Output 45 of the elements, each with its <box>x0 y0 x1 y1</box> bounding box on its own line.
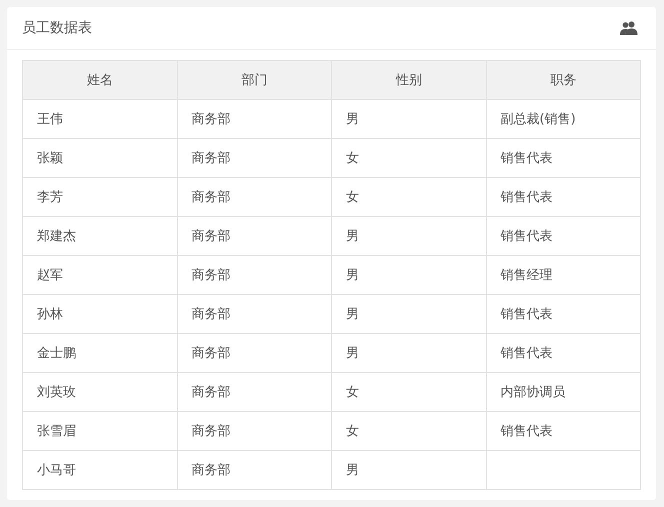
table-cell: 女 <box>332 372 486 412</box>
table-cell: 商务部 <box>177 216 332 256</box>
table-cell: 男 <box>332 450 486 490</box>
column-header: 部门 <box>177 60 332 100</box>
table-cell: 副总裁(销售) <box>486 100 640 138</box>
table-cell: 男 <box>332 294 486 334</box>
table-cell: 女 <box>332 412 486 450</box>
table-cell: 张颖 <box>22 138 177 178</box>
table-cell: 销售代表 <box>486 412 640 450</box>
column-header: 职务 <box>486 60 640 100</box>
table-cell: 销售代表 <box>486 294 640 334</box>
table-cell: 销售代表 <box>486 334 640 372</box>
table-cell: 女 <box>332 138 486 178</box>
table-cell: 男 <box>332 100 486 138</box>
table-cell: 李芳 <box>22 178 177 216</box>
table-cell: 商务部 <box>177 372 332 412</box>
table-cell: 销售代表 <box>486 216 640 256</box>
table-cell: 商务部 <box>177 450 332 490</box>
table-cell: 商务部 <box>177 100 332 138</box>
table-cell: 女 <box>332 178 486 216</box>
table-cell: 商务部 <box>177 294 332 334</box>
table-cell: 男 <box>332 256 486 294</box>
table-cell: 王伟 <box>22 100 177 138</box>
table-cell: 商务部 <box>177 334 332 372</box>
table-cell: 商务部 <box>177 138 332 178</box>
table-cell: 销售代表 <box>486 138 640 178</box>
column-header: 姓名 <box>22 60 177 100</box>
users-icon <box>620 21 638 35</box>
table-cell: 商务部 <box>177 256 332 294</box>
table-cell: 金士鹏 <box>22 334 177 372</box>
table-cell: 小马哥 <box>22 450 177 490</box>
table-cell: 商务部 <box>177 178 332 216</box>
table-cell: 销售代表 <box>486 178 640 216</box>
table-cell: 男 <box>332 216 486 256</box>
table-cell: 男 <box>332 334 486 372</box>
table-cell: 郑建杰 <box>22 216 177 256</box>
table-cell: 刘英玫 <box>22 372 177 412</box>
table-cell: 内部协调员 <box>486 372 640 412</box>
table-cell: 商务部 <box>177 412 332 450</box>
panel-title: 员工数据表 <box>22 19 92 37</box>
column-header: 性别 <box>332 60 486 100</box>
table-cell: 赵军 <box>22 256 177 294</box>
table-cell: 孙林 <box>22 294 177 334</box>
table-cell: 销售经理 <box>486 256 640 294</box>
table-cell: 张雪眉 <box>22 412 177 450</box>
